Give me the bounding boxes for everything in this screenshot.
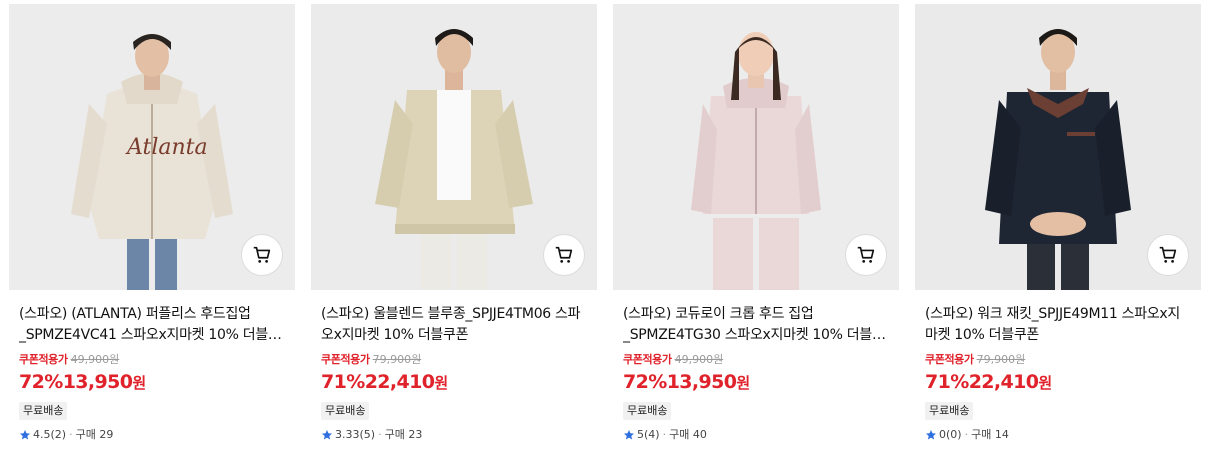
cart-icon	[555, 246, 573, 263]
separator: ·	[378, 428, 382, 441]
product-title[interactable]: (스파오) 워크 재킷_SPJJE49M11 스파오x지마켓 10% 더블쿠폰	[925, 304, 1191, 346]
separator: ·	[662, 428, 667, 441]
svg-text:Atlanta: Atlanta	[125, 135, 208, 160]
cart-icon	[857, 246, 875, 263]
coupon-label: 쿠폰적용가	[925, 353, 974, 366]
product-image[interactable]: Atlanta	[9, 4, 295, 290]
rating-value: 5	[637, 428, 644, 441]
purchase-count: 구매 29	[75, 428, 114, 441]
free-shipping-badge: 무료배송	[321, 402, 370, 420]
coupon-label: 쿠폰적용가	[19, 353, 68, 366]
original-price: 79,900원	[976, 353, 1026, 366]
product-image[interactable]	[915, 4, 1201, 290]
coupon-row: 쿠폰적용가 49,900원	[623, 353, 889, 367]
separator: ·	[69, 428, 73, 441]
review-count: (0)	[946, 428, 962, 441]
rating-value: 4.5	[33, 428, 51, 441]
cart-icon	[253, 246, 271, 263]
rating-row: 4.5 (2) · 구매 29	[19, 428, 285, 442]
product-image[interactable]	[613, 4, 899, 290]
discount-rate: 72%	[623, 371, 667, 393]
star-icon	[20, 430, 30, 440]
product-title[interactable]: (스파오) (ATLANTA) 퍼플리스 후드집업_SPMZE4VC41 스파오…	[19, 304, 285, 346]
review-count: (4)	[644, 428, 660, 441]
free-shipping-badge: 무료배송	[19, 402, 68, 420]
sale-price: 13,950	[62, 371, 133, 393]
rating-row: 5 (4) · 구매 40	[623, 428, 889, 442]
free-shipping-badge: 무료배송	[925, 402, 974, 420]
rating-value: 3.33	[335, 428, 360, 441]
original-price: 49,900원	[674, 353, 724, 366]
free-shipping-badge: 무료배송	[623, 402, 672, 420]
discount-rate: 72%	[19, 371, 63, 393]
product-card[interactable]: Atlanta (스파오) (ATLANTA) 퍼플리스 후드집업_SPMZE4…	[9, 4, 295, 442]
sale-price: 22,410	[364, 371, 435, 393]
currency: 원	[736, 374, 751, 392]
coupon-row: 쿠폰적용가 49,900원	[19, 353, 285, 367]
price-row: 72%13,950원	[623, 370, 889, 394]
add-to-cart-button[interactable]	[543, 234, 585, 276]
add-to-cart-button[interactable]	[241, 234, 283, 276]
coupon-row: 쿠폰적용가 79,900원	[925, 353, 1191, 367]
coupon-label: 쿠폰적용가	[623, 353, 672, 366]
add-to-cart-button[interactable]	[1147, 234, 1189, 276]
price-row: 71%22,410원	[321, 370, 587, 394]
add-to-cart-button[interactable]	[845, 234, 887, 276]
product-card[interactable]: (스파오) 코듀로이 크롭 후드 집업_SPMZE4TG30 스파오x지마켓 1…	[613, 4, 899, 442]
star-icon	[624, 430, 634, 440]
discount-rate: 71%	[925, 371, 969, 393]
original-price: 49,900원	[70, 353, 120, 366]
product-grid: Atlanta (스파오) (ATLANTA) 퍼플리스 후드집업_SPMZE4…	[0, 0, 1216, 451]
currency: 원	[434, 374, 449, 392]
review-count: (2)	[50, 428, 67, 441]
coupon-label: 쿠폰적용가	[321, 353, 370, 366]
review-count: (5)	[359, 428, 376, 441]
price-row: 72%13,950원	[19, 370, 285, 394]
rating-row: 0 (0) · 구매 14	[925, 428, 1191, 442]
price-row: 71%22,410원	[925, 370, 1191, 394]
rating-row: 3.33 (5) · 구매 23	[321, 428, 587, 442]
star-icon	[926, 430, 936, 440]
sale-price: 13,950	[666, 371, 737, 393]
product-card[interactable]: (스파오) 워크 재킷_SPJJE49M11 스파오x지마켓 10% 더블쿠폰 …	[915, 4, 1201, 442]
original-price: 79,900원	[372, 353, 422, 366]
separator: ·	[964, 428, 969, 441]
currency: 원	[132, 374, 147, 392]
purchase-count: 구매 40	[669, 428, 707, 441]
purchase-count: 구매 23	[384, 428, 423, 441]
sale-price: 22,410	[968, 371, 1039, 393]
cart-icon	[1159, 246, 1177, 263]
product-image[interactable]	[311, 4, 597, 290]
product-title[interactable]: (스파오) 코듀로이 크롭 후드 집업_SPMZE4TG30 스파오x지마켓 1…	[623, 304, 889, 346]
currency: 원	[1038, 374, 1053, 392]
discount-rate: 71%	[321, 371, 365, 393]
star-icon	[322, 430, 332, 440]
purchase-count: 구매 14	[971, 428, 1009, 441]
coupon-row: 쿠폰적용가 79,900원	[321, 353, 587, 367]
rating-value: 0	[939, 428, 946, 441]
product-title[interactable]: (스파오) 울블렌드 블루종_SPJJE4TM06 스파오x지마켓 10% 더블…	[321, 304, 587, 346]
product-card[interactable]: (스파오) 울블렌드 블루종_SPJJE4TM06 스파오x지마켓 10% 더블…	[311, 4, 597, 442]
